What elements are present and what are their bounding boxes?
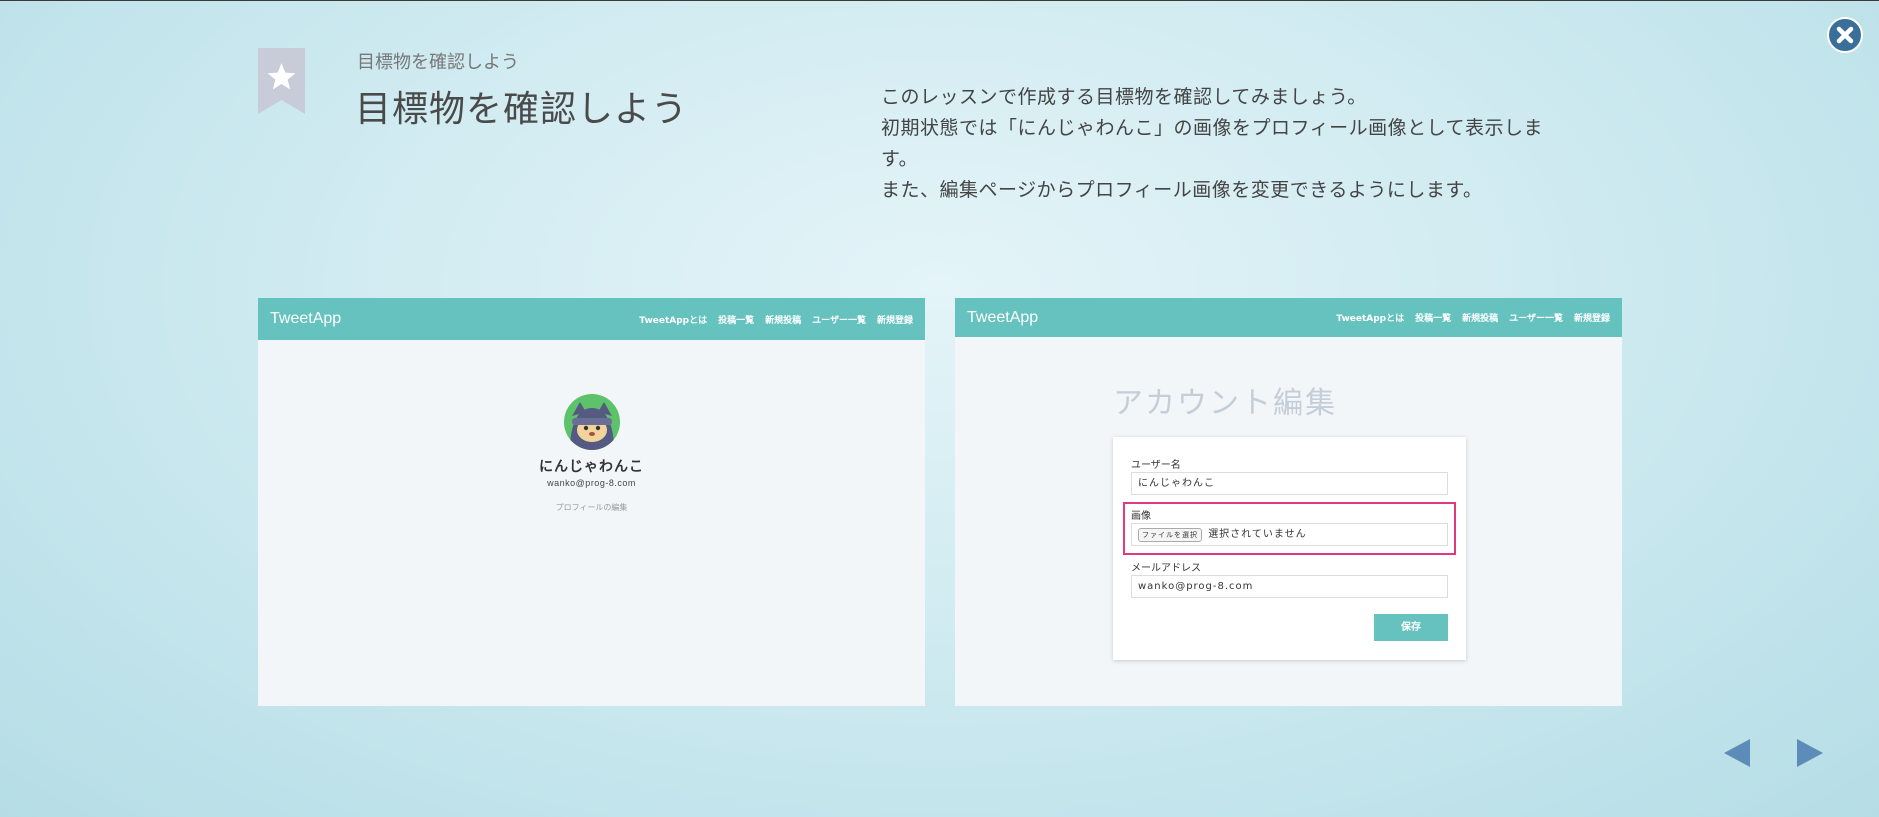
- app-nav: TweetAppとは 投稿一覧 新規投稿 ユーザー一覧 新規登録: [1336, 311, 1610, 324]
- ninja-dog-avatar-icon: [563, 394, 620, 450]
- username-field: にんじゃわんこ: [1131, 472, 1448, 495]
- nav-item-posts: 投稿一覧: [718, 315, 755, 326]
- edit-form: ユーザー名 にんじゃわんこ 画像 ファイルを選択 選択されていません メールアド…: [1113, 437, 1466, 660]
- email-field: wanko@prog-8.com: [1131, 575, 1448, 598]
- nav-item-posts: 投稿一覧: [1415, 314, 1452, 324]
- app-brand: TweetApp: [270, 310, 342, 327]
- save-button: 保存: [1374, 614, 1448, 641]
- app-header: TweetApp TweetAppとは 投稿一覧 新規投稿 ユーザー一覧 新規登…: [258, 298, 925, 340]
- description-line: また、編集ページからプロフィール画像を変更できるようにします。: [881, 179, 1483, 201]
- lesson-subtitle: 目標物を確認しよう: [357, 52, 519, 73]
- nav-item-signup: 新規登録: [876, 315, 913, 326]
- lesson-description: このレッスンで作成する目標物を確認してみましょう。 初期状態では「にんじゃわんこ…: [881, 82, 1581, 206]
- nav-item-about: TweetAppとは: [1336, 314, 1405, 324]
- app-nav: TweetAppとは 投稿一覧 新規投稿 ユーザー一覧 新規登録: [639, 313, 913, 326]
- next-arrow-icon[interactable]: [1795, 737, 1825, 769]
- file-select-button: ファイルを選択: [1138, 527, 1202, 542]
- edit-page-title: アカウント編集: [1113, 386, 1337, 421]
- file-status: 選択されていません: [1208, 529, 1307, 540]
- nav-item-signup: 新規登録: [1573, 314, 1610, 324]
- account-edit-screenshot: TweetApp TweetAppとは 投稿一覧 新規投稿 ユーザー一覧 新規登…: [955, 298, 1622, 706]
- close-button[interactable]: [1827, 17, 1863, 53]
- avatar: [563, 394, 620, 450]
- description-line: す。: [881, 148, 919, 170]
- page-title: 目標物を確認しよう: [355, 89, 689, 130]
- top-border: [0, 0, 1879, 1]
- nav-item-users: ユーザー一覧: [812, 315, 866, 326]
- image-file-field: ファイルを選択 選択されていません: [1131, 523, 1448, 546]
- email-label: メールアドレス: [1131, 563, 1201, 574]
- profile-page-screenshot: TweetApp TweetAppとは 投稿一覧 新規投稿 ユーザー一覧 新規登…: [258, 298, 925, 706]
- description-line: 初期状態では「にんじゃわんこ」の画像をプロフィール画像として表示しま: [881, 117, 1544, 139]
- profile-email: wanko@prog-8.com: [547, 478, 636, 488]
- profile-edit-link: プロフィールの編集: [555, 503, 628, 512]
- previous-arrow-icon[interactable]: [1722, 737, 1752, 769]
- app-header: TweetApp TweetAppとは 投稿一覧 新規投稿 ユーザー一覧 新規登…: [955, 298, 1622, 337]
- profile-section: にんじゃわんこ wanko@prog-8.com プロフィールの編集: [258, 394, 925, 513]
- nav-item-about: TweetAppとは: [639, 315, 708, 326]
- star-bookmark-icon: [258, 48, 305, 114]
- nav-item-new-post: 新規投稿: [1462, 314, 1499, 324]
- username-label: ユーザー名: [1131, 460, 1181, 471]
- close-icon: [1836, 26, 1854, 44]
- nav-item-new-post: 新規投稿: [765, 315, 802, 326]
- description-line: このレッスンで作成する目標物を確認してみましょう。: [881, 86, 1367, 108]
- profile-name: にんじゃわんこ: [539, 459, 644, 475]
- image-label: 画像: [1131, 511, 1151, 522]
- app-brand: TweetApp: [967, 308, 1039, 326]
- nav-item-users: ユーザー一覧: [1509, 314, 1563, 324]
